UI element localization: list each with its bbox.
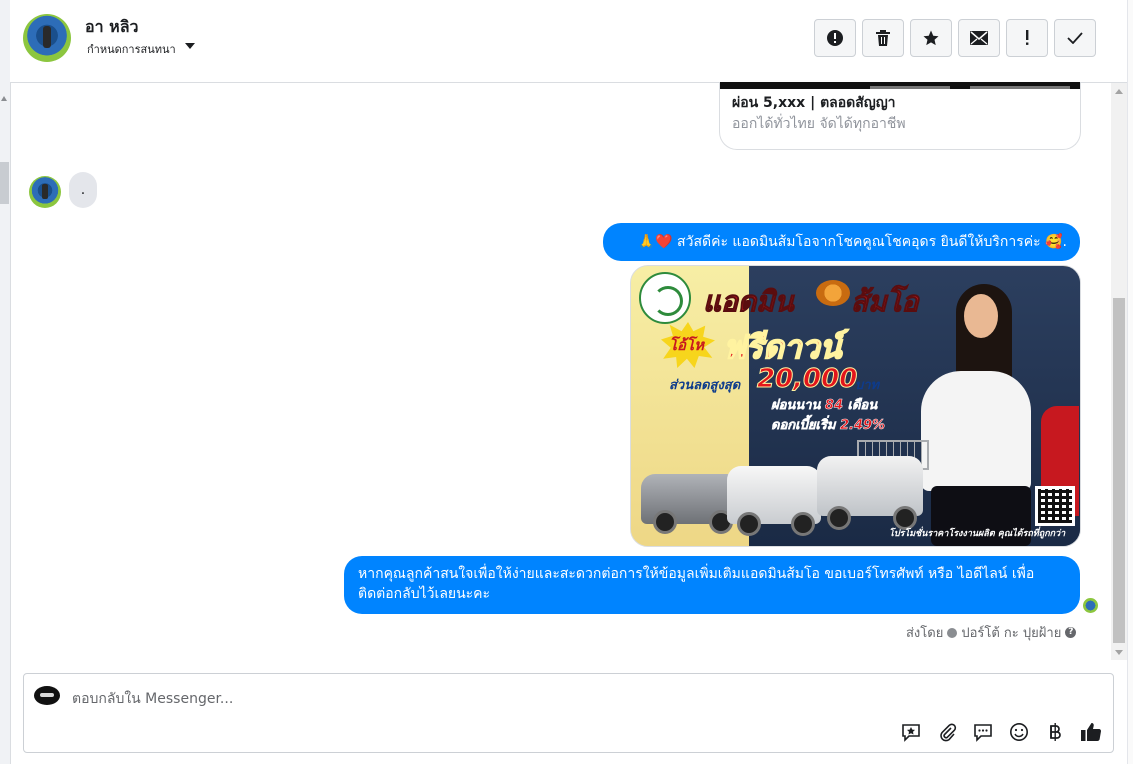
mark-important-button[interactable]: [1006, 19, 1048, 57]
snail-icon: [816, 280, 850, 306]
ad-subtitle: ออกได้ทั่วไทย จัดได้ทุกอาชีพ: [732, 116, 906, 132]
interest-rate: 2.49%: [839, 418, 886, 434]
promo-model-shirt: [921, 371, 1031, 491]
installment-months: 84: [824, 398, 844, 414]
exclamation-circle-icon: [827, 30, 843, 46]
saved-reply-icon[interactable]: [900, 721, 922, 743]
chat-bubble-icon[interactable]: [972, 721, 994, 743]
outgoing-message-bubble[interactable]: หากคุณลูกค้าสนใจเพื่อให้ง่ายและสะดวกต่อก…: [344, 556, 1080, 614]
page-scrollbar-track: [1127, 0, 1133, 764]
burst-text: โอ้โห: [669, 336, 705, 354]
promo-title-name: ส้มโอ: [850, 285, 919, 319]
thumbs-up-icon[interactable]: [1080, 721, 1102, 743]
conversation-header: อา หลิว กำหนดการสนทนา: [10, 0, 1127, 83]
caret-down-icon[interactable]: [185, 43, 195, 49]
reply-composer[interactable]: ตอบกลับใน Messenger...: [23, 673, 1114, 753]
incoming-message-bubble[interactable]: .: [69, 172, 97, 208]
verified-icon: [947, 627, 958, 638]
scroll-up-arrow-icon[interactable]: [1, 96, 7, 101]
assign-conversation-dropdown[interactable]: กำหนดการสนทนา: [87, 40, 176, 58]
message-scrollbar[interactable]: [1111, 83, 1127, 660]
outgoing-message-bubble[interactable]: 🙏❤️ สวัสดีค่ะ แอดมินส้มโอจากโชคคูณโชคอุด…: [603, 223, 1080, 261]
scroll-up-arrow-icon[interactable]: [1115, 89, 1123, 94]
ad-image-strip: [720, 82, 1080, 89]
installment-prefix: ผ่อนนาน: [771, 398, 821, 414]
delete-button[interactable]: [862, 19, 904, 57]
check-icon: [1067, 32, 1083, 44]
interest-prefix: ดอกเบี้ยเริ่ม: [771, 418, 836, 434]
promo-image[interactable]: แอดมิน ส้มโอ โอ้โห ฟรีดาวน์ ส่วนลดสูงสุด…: [630, 265, 1081, 547]
discount-value: 20,000: [756, 364, 858, 395]
reply-input[interactable]: ตอบกลับใน Messenger...: [72, 688, 233, 710]
attachment-icon[interactable]: [936, 721, 958, 743]
contact-avatar-small[interactable]: [29, 176, 61, 208]
scrollbar-thumb[interactable]: [0, 162, 9, 204]
left-scrollbar[interactable]: [0, 0, 11, 764]
wheel: [653, 510, 677, 534]
baht-icon[interactable]: [1044, 721, 1066, 743]
trash-icon: [876, 30, 890, 46]
envelope-icon: [970, 31, 988, 45]
mark-unread-button[interactable]: [958, 19, 1000, 57]
seen-avatar: [1083, 598, 1098, 613]
report-spam-button[interactable]: [814, 19, 856, 57]
mark-done-button[interactable]: [1054, 19, 1096, 57]
star-button[interactable]: [910, 19, 952, 57]
wheel: [791, 512, 815, 536]
wheel: [737, 512, 761, 536]
contact-name[interactable]: อา หลิว: [85, 15, 139, 40]
emoji-icon[interactable]: [1008, 721, 1030, 743]
installment-line: ผ่อนนาน 84 เดือน: [771, 394, 878, 415]
promo-footer: โปรโมชั่นราคาโรงงานผลิต คุณได้รถที่ถูกกว…: [889, 529, 1066, 539]
dealer-logo: [639, 272, 691, 324]
discount-unit: บาท: [855, 378, 880, 393]
help-icon[interactable]: ?: [1065, 627, 1077, 638]
ad-title: ผ่อน 5,xxx | ตลอดสัญญา: [732, 95, 896, 111]
installment-suffix: เดือน: [847, 398, 878, 414]
promo-title-admin: แอดมิน: [703, 285, 795, 319]
wheel: [827, 506, 851, 530]
sent-by-info: ส่งโดย ปอร์โต้ กะ ปุยฝ้าย ?: [906, 622, 1077, 643]
discount-label: ส่วนลดสูงสุด: [669, 378, 741, 393]
sent-by-name[interactable]: ปอร์โต้ กะ ปุยฝ้าย: [961, 622, 1061, 643]
star-icon: [923, 30, 939, 46]
qr-code: [1035, 486, 1075, 526]
exclamation-icon: [1026, 30, 1029, 45]
sent-by-label: ส่งโดย: [906, 626, 944, 641]
interest-line: ดอกเบี้ยเริ่ม 2.49%: [771, 414, 886, 435]
contact-avatar[interactable]: [23, 14, 71, 62]
scrollbar-thumb[interactable]: [1113, 298, 1125, 643]
scroll-down-arrow-icon[interactable]: [1115, 650, 1123, 655]
ad-reference-card[interactable]: ผ่อน 5,xxx | ตลอดสัญญา ออกได้ทั่วไทย จัด…: [719, 82, 1081, 150]
page-avatar: [34, 686, 60, 705]
promo-model-face: [964, 294, 998, 338]
